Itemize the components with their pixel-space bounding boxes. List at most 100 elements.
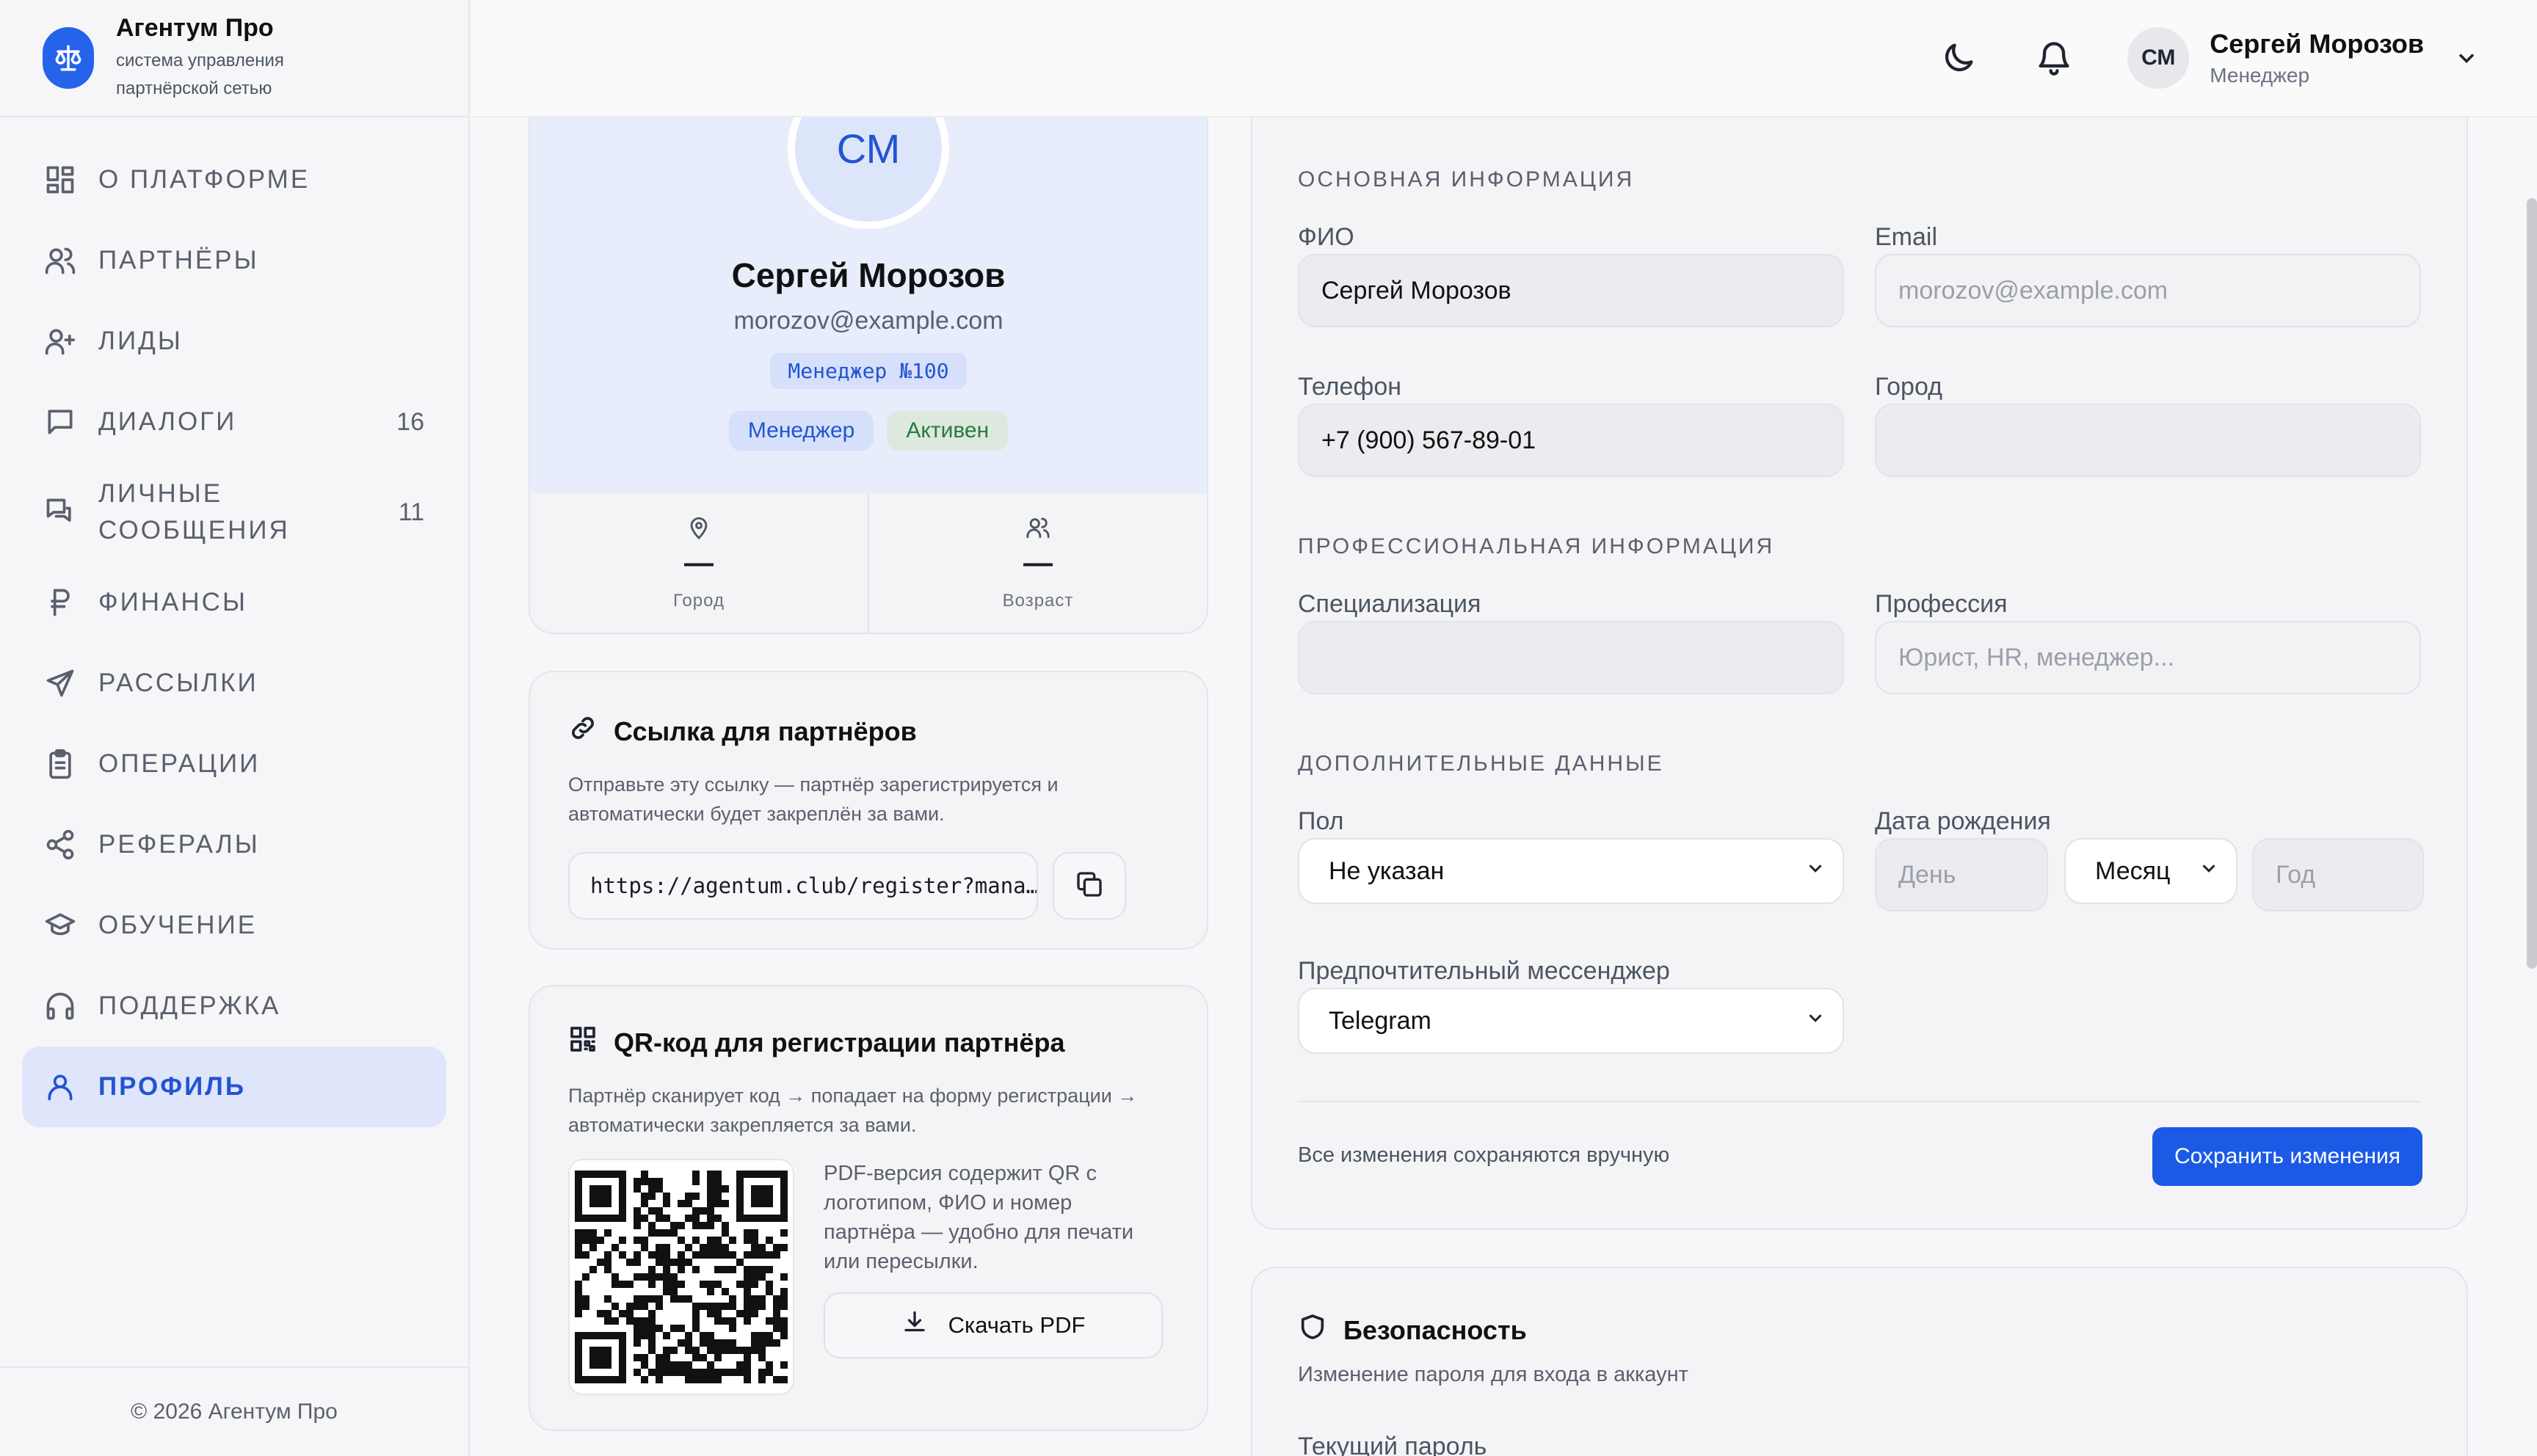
profession-label: Профессия — [1875, 590, 2008, 618]
avatar[interactable]: СМ — [2127, 27, 2190, 89]
card-description: Партнёр сканирует код → попадает на форм… — [568, 1085, 1138, 1136]
sidebar-item-profile[interactable]: ПРОФИЛЬ — [22, 1046, 446, 1127]
messenger-label: Предпочтительный мессенджер — [1298, 957, 1670, 985]
birth-date-label: Дата рождения — [1875, 807, 2051, 835]
page-scrollbar[interactable] — [2527, 198, 2537, 969]
sidebar-item-partners[interactable]: ПАРТНЁРЫ — [22, 220, 446, 301]
sidebar-item-support[interactable]: ПОДДЕРЖКА — [22, 966, 446, 1046]
fio-field[interactable]: Сергей Морозов — [1298, 254, 1844, 327]
fio-label: ФИО — [1298, 223, 1354, 251]
profile-name: Сергей Морозов — [731, 256, 1006, 294]
sidebar-item-education[interactable]: ОБУЧЕНИЕ — [22, 885, 446, 966]
stat-age: — Возраст — [868, 493, 1207, 633]
section-extra-data: ДОПОЛНИТЕЛЬНЫЕ ДАННЫЕ — [1298, 751, 1664, 776]
sidebar-item-leads[interactable]: ЛИДЫ — [22, 301, 446, 382]
user-role: Менеджер — [2210, 64, 2310, 87]
role-badge: Менеджер — [728, 411, 874, 451]
copy-button[interactable] — [1053, 852, 1126, 920]
personal-data-card: ОСНОВНАЯ ИНФОРМАЦИЯ ФИО Сергей Морозов E… — [1251, 29, 2468, 1230]
messages-count: 11 — [398, 498, 424, 526]
profile-stats: — Город — Возраст — [530, 493, 1207, 633]
sidebar: Агентум Про система управления партнёрск… — [0, 0, 470, 1456]
link-icon — [568, 713, 598, 749]
send-icon — [44, 667, 76, 699]
sidebar-item-label: ПРОФИЛЬ — [98, 1072, 247, 1101]
section-basic-info: ОСНОВНАЯ ИНФОРМАЦИЯ — [1298, 167, 1635, 192]
brand[interactable]: Агентум Про система управления партнёрск… — [0, 0, 468, 117]
map-pin-icon — [686, 515, 711, 544]
birth-month-select[interactable]: Месяц — [2064, 838, 2237, 904]
card-description: Отправьте эту ссылку — партнёр зарегистр… — [568, 774, 1059, 825]
sidebar-item-label: ПОДДЕРЖКА — [98, 991, 281, 1020]
phone-field[interactable]: +7 (900) 567-89-01 — [1298, 404, 1844, 477]
sidebar-item-label: РАССЫЛКИ — [98, 669, 258, 697]
users-icon — [1026, 515, 1050, 544]
download-pdf-button[interactable]: Скачать PDF — [824, 1292, 1163, 1358]
profile-card: СМ Сергей Морозов morozov@example.com Ме… — [529, 29, 1208, 634]
share-icon — [44, 829, 76, 861]
phone-label: Телефон — [1298, 373, 1402, 401]
grid-icon — [44, 164, 76, 196]
month-value: Месяц — [2095, 856, 2171, 885]
specialization-label: Специализация — [1298, 590, 1481, 618]
user-menu[interactable]: Сергей Морозов Менеджер — [2210, 29, 2424, 87]
gender-value: Не указан — [1329, 856, 1445, 885]
stat-value: — — [684, 547, 714, 579]
messenger-value: Telegram — [1329, 1006, 1431, 1035]
download-icon — [901, 1309, 928, 1342]
sidebar-item-label: ПАРТНЁРЫ — [98, 246, 259, 274]
card-description: Изменение пароля для входа в аккаунт — [1298, 1363, 1688, 1386]
sidebar-item-label: ОПЕРАЦИИ — [98, 749, 261, 778]
stat-label: Город — [673, 591, 725, 611]
sidebar-item-dialogs[interactable]: ДИАЛОГИ 16 — [22, 382, 446, 462]
save-button[interactable]: Сохранить изменения — [2152, 1127, 2422, 1186]
specialization-field[interactable] — [1298, 621, 1844, 694]
referral-link-field[interactable]: https://agentum.club/register?mana… — [568, 852, 1038, 920]
sidebar-item-label: ЛИДЫ — [98, 327, 183, 355]
profession-field[interactable]: Юрист, HR, менеджер... — [1875, 621, 2421, 694]
qr-code-image — [568, 1159, 794, 1395]
chevron-down-icon[interactable] — [2453, 45, 2480, 71]
manager-code-badge: Менеджер №100 — [770, 353, 967, 389]
birth-year-field[interactable]: Год — [2252, 838, 2424, 911]
clipboard-icon — [44, 748, 76, 780]
sidebar-item-platform[interactable]: О ПЛАТФОРМЕ — [22, 139, 446, 220]
city-field[interactable] — [1875, 404, 2421, 477]
stat-value: — — [1023, 547, 1053, 579]
stat-city: — Город — [530, 493, 868, 633]
sidebar-item-referrals[interactable]: РЕФЕРАЛЫ — [22, 804, 446, 885]
messages-icon — [44, 496, 76, 528]
email-field[interactable]: morozov@example.com — [1875, 254, 2421, 327]
dialogs-count: 16 — [396, 407, 424, 436]
user-icon — [44, 1071, 76, 1103]
sidebar-item-label: ДИАЛОГИ — [98, 407, 237, 436]
moon-icon[interactable] — [1937, 36, 1981, 80]
city-label: Город — [1875, 373, 1942, 401]
sidebar-item-mailings[interactable]: РАССЫЛКИ — [22, 643, 446, 724]
ruble-icon — [44, 586, 76, 619]
sidebar-item-finance[interactable]: ФИНАНСЫ — [22, 562, 446, 643]
sidebar-item-operations[interactable]: ОПЕРАЦИИ — [22, 724, 446, 804]
topbar: СМ Сергей Морозов Менеджер — [471, 0, 2537, 117]
copy-icon — [1075, 870, 1104, 903]
messenger-select[interactable]: Telegram — [1298, 988, 1844, 1054]
sidebar-item-label: О ПЛАТФОРМЕ — [98, 165, 311, 194]
user-name: Сергей Морозов — [2210, 29, 2424, 59]
email-label: Email — [1875, 223, 1938, 251]
gender-label: Пол — [1298, 807, 1344, 835]
card-title: QR-код для регистрации партнёра — [614, 1027, 1065, 1058]
sidebar-item-label: ОБУЧЕНИЕ — [98, 911, 258, 939]
shield-icon — [1298, 1312, 1327, 1348]
bell-icon[interactable] — [2032, 36, 2076, 80]
message-square-icon — [44, 406, 76, 438]
scales-logo-icon — [43, 27, 94, 89]
user-plus-icon — [44, 325, 76, 357]
users-icon — [44, 244, 76, 277]
sidebar-item-messages[interactable]: ЛИЧНЫЕ СООБЩЕНИЯ 11 — [22, 462, 446, 562]
birth-day-field[interactable]: День — [1875, 838, 2048, 911]
qr-code-icon — [568, 1024, 598, 1060]
gender-select[interactable]: Не указан — [1298, 838, 1844, 904]
sidebar-item-label: ЛИЧНЫЕ СООБЩЕНИЯ — [98, 479, 290, 545]
chevron-down-icon — [2198, 857, 2220, 886]
chevron-down-icon — [1804, 857, 1826, 886]
